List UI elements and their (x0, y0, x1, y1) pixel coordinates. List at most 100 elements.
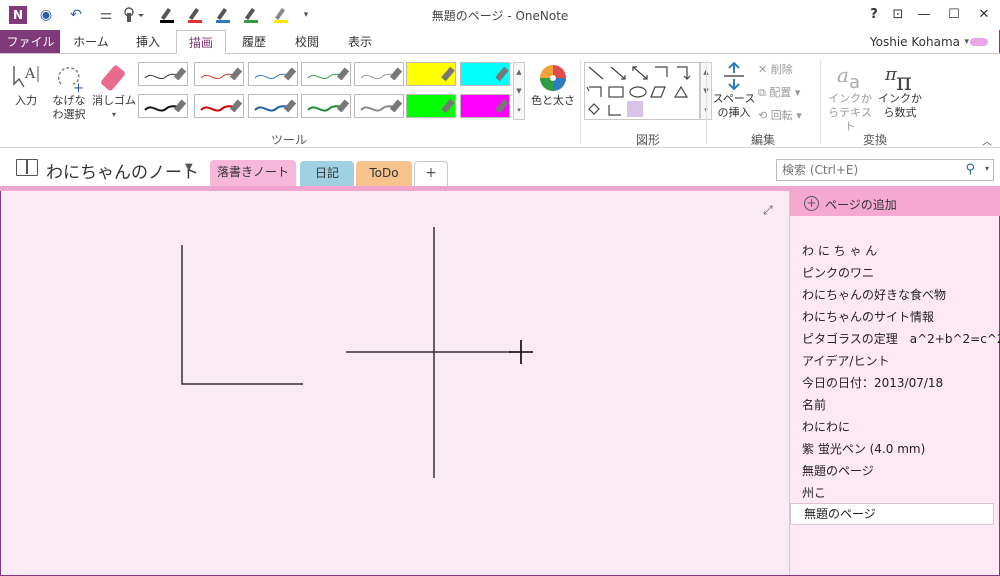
window-title: 無題のページ - OneNote (431, 9, 569, 23)
tab-home[interactable]: ホーム (66, 30, 116, 54)
svg-text:a: a (849, 72, 860, 92)
color-and-thickness-button[interactable]: 色と太さ (528, 62, 578, 108)
minimize-button[interactable]: — (910, 5, 938, 25)
svg-text:a: a (837, 63, 849, 87)
close-button[interactable]: ✕ (970, 5, 998, 25)
search-scope-chevron-down-icon[interactable]: ▾ (985, 164, 989, 173)
pen-thin-red[interactable] (194, 62, 244, 86)
highlighter-magenta[interactable] (460, 94, 510, 118)
pen-thick-red[interactable] (194, 94, 244, 118)
arrange-icon: ⧉ (758, 86, 766, 99)
search-box[interactable]: ⚲ ▾ (776, 159, 994, 181)
tab-draw[interactable]: 描画 (176, 30, 226, 54)
page-item[interactable]: 無題のページ (802, 462, 874, 479)
shapes-gallery[interactable] (584, 62, 700, 120)
pen-thin-gray[interactable] (354, 62, 404, 86)
eraser-chevron-down-icon: ▾ (111, 110, 116, 119)
user-name[interactable]: Yoshie Kohama (870, 30, 960, 54)
delete-button[interactable]: ✕ 削除 (758, 63, 793, 77)
note-canvas[interactable] (1, 191, 789, 575)
type-button[interactable]: A 入力 (8, 62, 44, 108)
eraser-icon (98, 62, 130, 94)
add-page-plus-icon: + (804, 196, 819, 211)
tab-history[interactable]: 履歴 (232, 30, 276, 54)
user-menu-chevron-down-icon[interactable]: ▾ (964, 30, 969, 54)
rotate-icon: ⟲ (758, 109, 768, 122)
gallery-more-icon: ▾ (517, 106, 521, 114)
page-item[interactable]: 名前 (802, 396, 826, 413)
group-label-shapes: 図形 (635, 133, 660, 147)
ribbon-tab-row: ファイル ホーム 挿入 描画 履歴 校閲 表示 Yoshie Kohama ▾ (0, 30, 1000, 54)
pen-thin-blue[interactable] (248, 62, 298, 86)
pen-thin-green[interactable] (301, 62, 351, 86)
svg-text:+: + (73, 81, 84, 94)
delete-x-icon: ✕ (758, 63, 768, 76)
ink-to-text-button[interactable]: aa インクからテキスト (826, 60, 874, 134)
gallery-down-icon: ▼ (516, 87, 522, 95)
add-section-button[interactable]: + (414, 161, 448, 186)
highlighter-green[interactable] (406, 94, 456, 118)
page-item[interactable]: ピンクのワニ (802, 264, 874, 281)
crosshair-cursor-icon (509, 340, 533, 364)
tab-review[interactable]: 校閲 (285, 30, 329, 54)
svg-text:A: A (24, 66, 36, 82)
notebook-chevron-down-icon[interactable]: ▼ (185, 162, 193, 173)
pen-thick-black[interactable] (138, 94, 188, 118)
pen-thick-blue[interactable] (248, 94, 298, 118)
expand-icon[interactable]: ⤢ (763, 203, 773, 218)
pen-thick-gray[interactable] (354, 94, 404, 118)
page-item[interactable]: 州こ (802, 484, 826, 501)
section-tab-todo[interactable]: ToDo (356, 161, 412, 186)
group-label-tools: ツール (270, 133, 307, 147)
page-item[interactable]: 今日の日付：2013/07/18 (802, 374, 943, 391)
color-wheel-icon (537, 62, 569, 94)
gallery-up-icon: ▲ (516, 68, 522, 76)
ink-drawing[interactable] (1, 191, 789, 575)
highlighter-cyan[interactable] (460, 62, 510, 86)
insert-space-icon (718, 60, 750, 92)
notebook-icon[interactable] (16, 159, 38, 176)
page-item[interactable]: わにわに (802, 418, 850, 435)
ink-to-math-icon: ππ (884, 60, 916, 96)
page-item[interactable]: アイデア/ヒント (802, 352, 889, 369)
pen-thin-black[interactable] (138, 62, 188, 86)
page-item[interactable]: ピタゴラスの定理 a^2+b^2=c^2 (802, 330, 1000, 347)
ink-to-math-button[interactable]: ππ インクから数式 (876, 60, 924, 120)
page-item-selected[interactable]: 無題のページ (790, 503, 994, 525)
file-tab[interactable]: ファイル (1, 30, 60, 54)
page-item[interactable]: わ に ち ゃ ん (802, 242, 877, 259)
lasso-icon: + (53, 62, 85, 96)
add-page-button[interactable]: + ページの追加 (790, 191, 1000, 216)
page-item[interactable]: わにちゃんの好きな食べ物 (802, 286, 946, 303)
search-icon[interactable]: ⚲ (965, 162, 975, 177)
page-item[interactable]: わにちゃんのサイト情報 (802, 308, 934, 325)
section-tab-rakugaki[interactable]: 落書きノート (210, 160, 296, 186)
svg-text:π: π (896, 68, 912, 92)
notebook-title[interactable]: わにちゃんのノート (46, 158, 199, 183)
add-page-label: ページの追加 (825, 198, 897, 212)
lasso-select-button[interactable]: + なげなわ選択 (48, 62, 90, 122)
text-cursor-icon: A (10, 62, 42, 94)
group-divider (580, 60, 581, 144)
section-tab-diary[interactable]: 日記 (300, 161, 354, 186)
title-bar: N ◉ ↶ ⚌ ▾ 無題のページ - OneNote ? ⊡ — ☐ ✕ (0, 0, 1000, 30)
page-item[interactable]: 紫 蛍光ペン (4.0 mm) (802, 440, 925, 457)
rotate-button[interactable]: ⟲ 回転 ▾ (758, 109, 802, 123)
collapse-ribbon-icon[interactable]: ︿ (982, 133, 992, 148)
arrange-button[interactable]: ⧉ 配置 ▾ (758, 86, 800, 100)
ribbon-draw: A 入力 + なげなわ選択 消しゴム ▾ ▲ ▼ ▾ 色と太さ ツール 図形 ス… (0, 53, 1000, 148)
pen-gallery (138, 62, 514, 120)
insert-space-button[interactable]: スペースの挿入 (712, 60, 756, 120)
search-input[interactable] (777, 160, 957, 180)
full-page-view-button[interactable]: ⊡ (884, 5, 912, 25)
group-label-edit: 編集 (750, 133, 775, 147)
maximize-button[interactable]: ☐ (940, 5, 968, 25)
pen-gallery-scrollbar[interactable]: ▲ ▼ ▾ (513, 62, 525, 120)
group-label-convert: 変換 (862, 133, 887, 147)
highlighter-yellow[interactable] (406, 62, 456, 86)
tab-insert[interactable]: 挿入 (124, 30, 172, 54)
user-avatar[interactable] (970, 38, 988, 46)
pen-thick-green[interactable] (301, 94, 351, 118)
eraser-button[interactable]: 消しゴム ▾ (92, 62, 136, 122)
tab-view[interactable]: 表示 (338, 30, 382, 54)
